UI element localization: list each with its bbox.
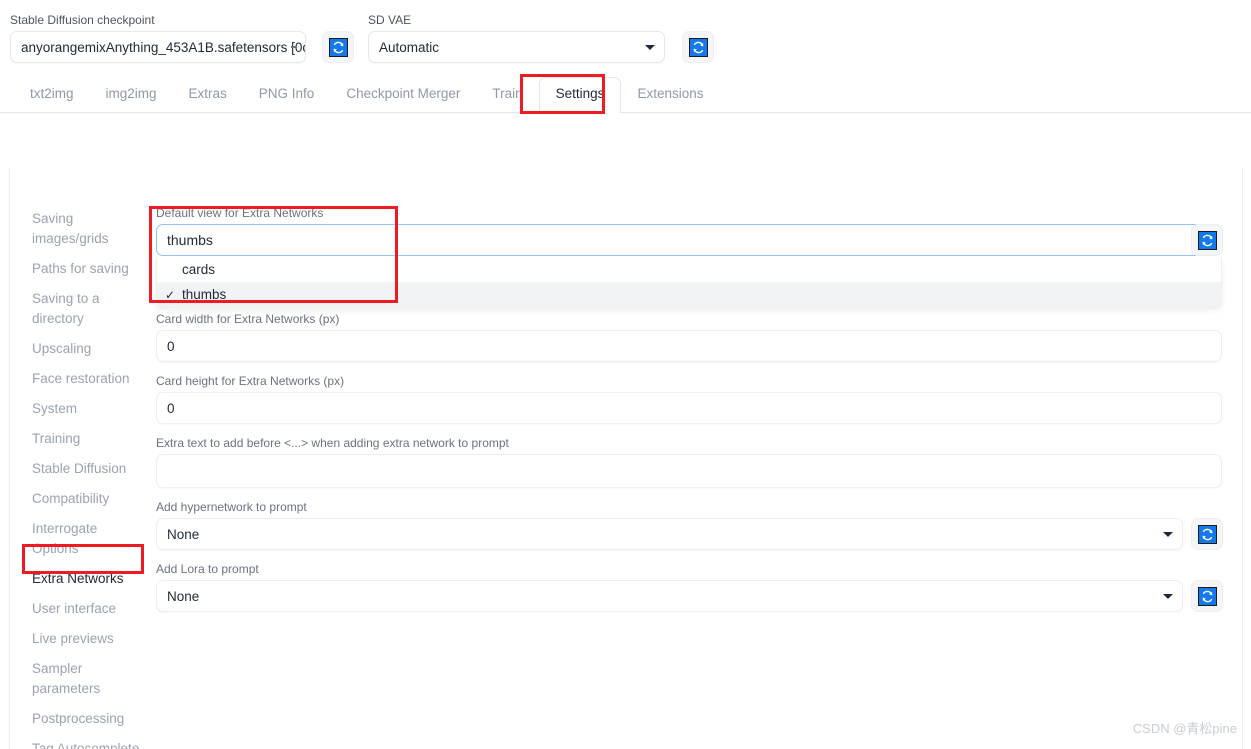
- sidebar-item-extra-networks[interactable]: Extra Networks: [22, 564, 150, 594]
- checkpoint-refresh-button[interactable]: [322, 31, 354, 63]
- add-hypernetwork-label: Add hypernetwork to prompt: [156, 500, 307, 514]
- chevron-down-icon: [645, 45, 655, 50]
- settings-page: Stable Diffusion checkpoint anyorangemix…: [0, 0, 1251, 749]
- sidebar-item-user-interface[interactable]: User interface: [22, 594, 150, 624]
- tab-settings[interactable]: Settings: [538, 77, 622, 113]
- option-thumbs[interactable]: ✓ thumbs: [157, 282, 1221, 307]
- settings-action-row: Apply settings Reload UI: [0, 113, 1251, 266]
- sidebar-item-compatibility[interactable]: Compatibility: [22, 484, 150, 514]
- card-height-field: Card height for Extra Networks (px) 0: [156, 374, 1224, 424]
- default-view-dropdown: thumbs cards ✓ thumbs: [156, 224, 1224, 308]
- add-lora-field: Add Lora to prompt None: [156, 562, 1224, 612]
- default-view-field: Default view for Extra Networks thumbs c…: [156, 206, 1224, 308]
- sidebar-item-live-previews[interactable]: Live previews: [22, 624, 150, 654]
- card-width-field: Card width for Extra Networks (px) 0: [156, 312, 1224, 362]
- tab-txt2img[interactable]: txt2img: [14, 78, 90, 112]
- default-view-label: Default view for Extra Networks: [156, 206, 324, 220]
- extra-text-field: Extra text to add before <...> when addi…: [156, 436, 1224, 488]
- refresh-icon: [328, 37, 348, 57]
- add-lora-select[interactable]: None: [156, 580, 1183, 612]
- sidebar-item-stable-diffusion[interactable]: Stable Diffusion: [22, 454, 150, 484]
- tab-checkpoint-merger[interactable]: Checkpoint Merger: [330, 78, 476, 112]
- extra-text-label: Extra text to add before <...> when addi…: [156, 436, 509, 450]
- extra-networks-settings-form: Default view for Extra Networks thumbs c…: [156, 206, 1224, 624]
- vae-label: SD VAE: [368, 13, 412, 27]
- option-cards-label: cards: [182, 262, 216, 277]
- add-hypernetwork-value: None: [167, 526, 200, 542]
- add-hypernetwork-field: Add hypernetwork to prompt None: [156, 500, 1224, 550]
- settings-sidebar: Saving images/grids Paths for saving Sav…: [22, 204, 150, 749]
- add-lora-row: None: [156, 580, 1224, 612]
- sidebar-item-training[interactable]: Training: [22, 424, 150, 454]
- checkmark-icon: ✓: [165, 287, 176, 302]
- default-view-refresh-button[interactable]: [1191, 224, 1223, 256]
- tab-png-info[interactable]: PNG Info: [243, 78, 331, 112]
- tab-img2img[interactable]: img2img: [90, 78, 173, 112]
- tab-extras[interactable]: Extras: [173, 78, 243, 112]
- sidebar-item-sampler-parameters[interactable]: Sampler parameters: [22, 654, 150, 704]
- checkpoint-value: anyorangemixAnything_453A1B.safetensors …: [21, 39, 306, 55]
- default-view-value: thumbs: [167, 232, 213, 248]
- default-view-option-list: cards ✓ thumbs: [156, 257, 1222, 308]
- add-lora-value: None: [167, 588, 200, 604]
- add-lora-refresh-button[interactable]: [1191, 580, 1223, 612]
- extra-text-input[interactable]: [156, 454, 1222, 488]
- sidebar-item-upscaling[interactable]: Upscaling: [22, 334, 150, 364]
- sidebar-item-saving-images-grids[interactable]: Saving images/grids: [22, 204, 150, 254]
- chevron-down-icon: [291, 46, 296, 48]
- vae-field-group: SD VAE Automatic: [368, 13, 665, 63]
- card-height-input[interactable]: 0: [156, 392, 1222, 424]
- chevron-down-icon: [1163, 532, 1173, 537]
- card-height-label: Card height for Extra Networks (px): [156, 374, 345, 388]
- checkpoint-select[interactable]: anyorangemixAnything_453A1B.safetensors …: [10, 31, 306, 63]
- chevron-down-icon: [1163, 594, 1173, 599]
- add-hypernetwork-row: None: [156, 518, 1224, 550]
- sidebar-item-face-restoration[interactable]: Face restoration: [22, 364, 150, 394]
- checkpoint-label: Stable Diffusion checkpoint: [10, 13, 155, 27]
- refresh-icon: [1197, 524, 1217, 544]
- add-lora-label: Add Lora to prompt: [156, 562, 259, 576]
- sidebar-item-postprocessing[interactable]: Postprocessing: [22, 704, 150, 734]
- checkpoint-field-group: Stable Diffusion checkpoint anyorangemix…: [10, 13, 306, 63]
- card-height-value: 0: [167, 400, 175, 416]
- sidebar-item-paths-for-saving[interactable]: Paths for saving: [22, 254, 150, 284]
- watermark: CSDN @青松pine: [1132, 721, 1237, 736]
- vae-refresh-button[interactable]: [682, 31, 714, 63]
- tab-extensions[interactable]: Extensions: [621, 78, 719, 112]
- card-width-input[interactable]: 0: [156, 330, 1222, 362]
- settings-content: Saving images/grids Paths for saving Sav…: [0, 168, 1251, 749]
- refresh-icon: [1197, 586, 1217, 606]
- add-hypernetwork-refresh-button[interactable]: [1191, 518, 1223, 550]
- sidebar-item-system[interactable]: System: [22, 394, 150, 424]
- sidebar-item-saving-to-directory[interactable]: Saving to a directory: [22, 284, 150, 334]
- sidebar-item-interrogate-options[interactable]: Interrogate Options: [22, 514, 150, 564]
- vae-select[interactable]: Automatic: [368, 31, 665, 63]
- option-thumbs-label: thumbs: [182, 287, 227, 302]
- card-width-label: Card width for Extra Networks (px): [156, 312, 340, 326]
- vae-value: Automatic: [379, 39, 440, 55]
- main-tabs: txt2img img2img Extras PNG Info Checkpoi…: [0, 74, 1251, 113]
- add-hypernetwork-select[interactable]: None: [156, 518, 1183, 550]
- refresh-icon: [688, 37, 708, 57]
- sidebar-item-tag-autocomplete[interactable]: Tag Autocomplete: [22, 734, 150, 749]
- refresh-icon: [1197, 230, 1217, 250]
- default-view-select[interactable]: thumbs: [156, 224, 1222, 256]
- card-width-value: 0: [167, 338, 175, 354]
- top-model-bar: Stable Diffusion checkpoint anyorangemix…: [0, 0, 1251, 74]
- option-cards[interactable]: cards: [157, 257, 1221, 282]
- tab-train[interactable]: Train: [476, 78, 538, 112]
